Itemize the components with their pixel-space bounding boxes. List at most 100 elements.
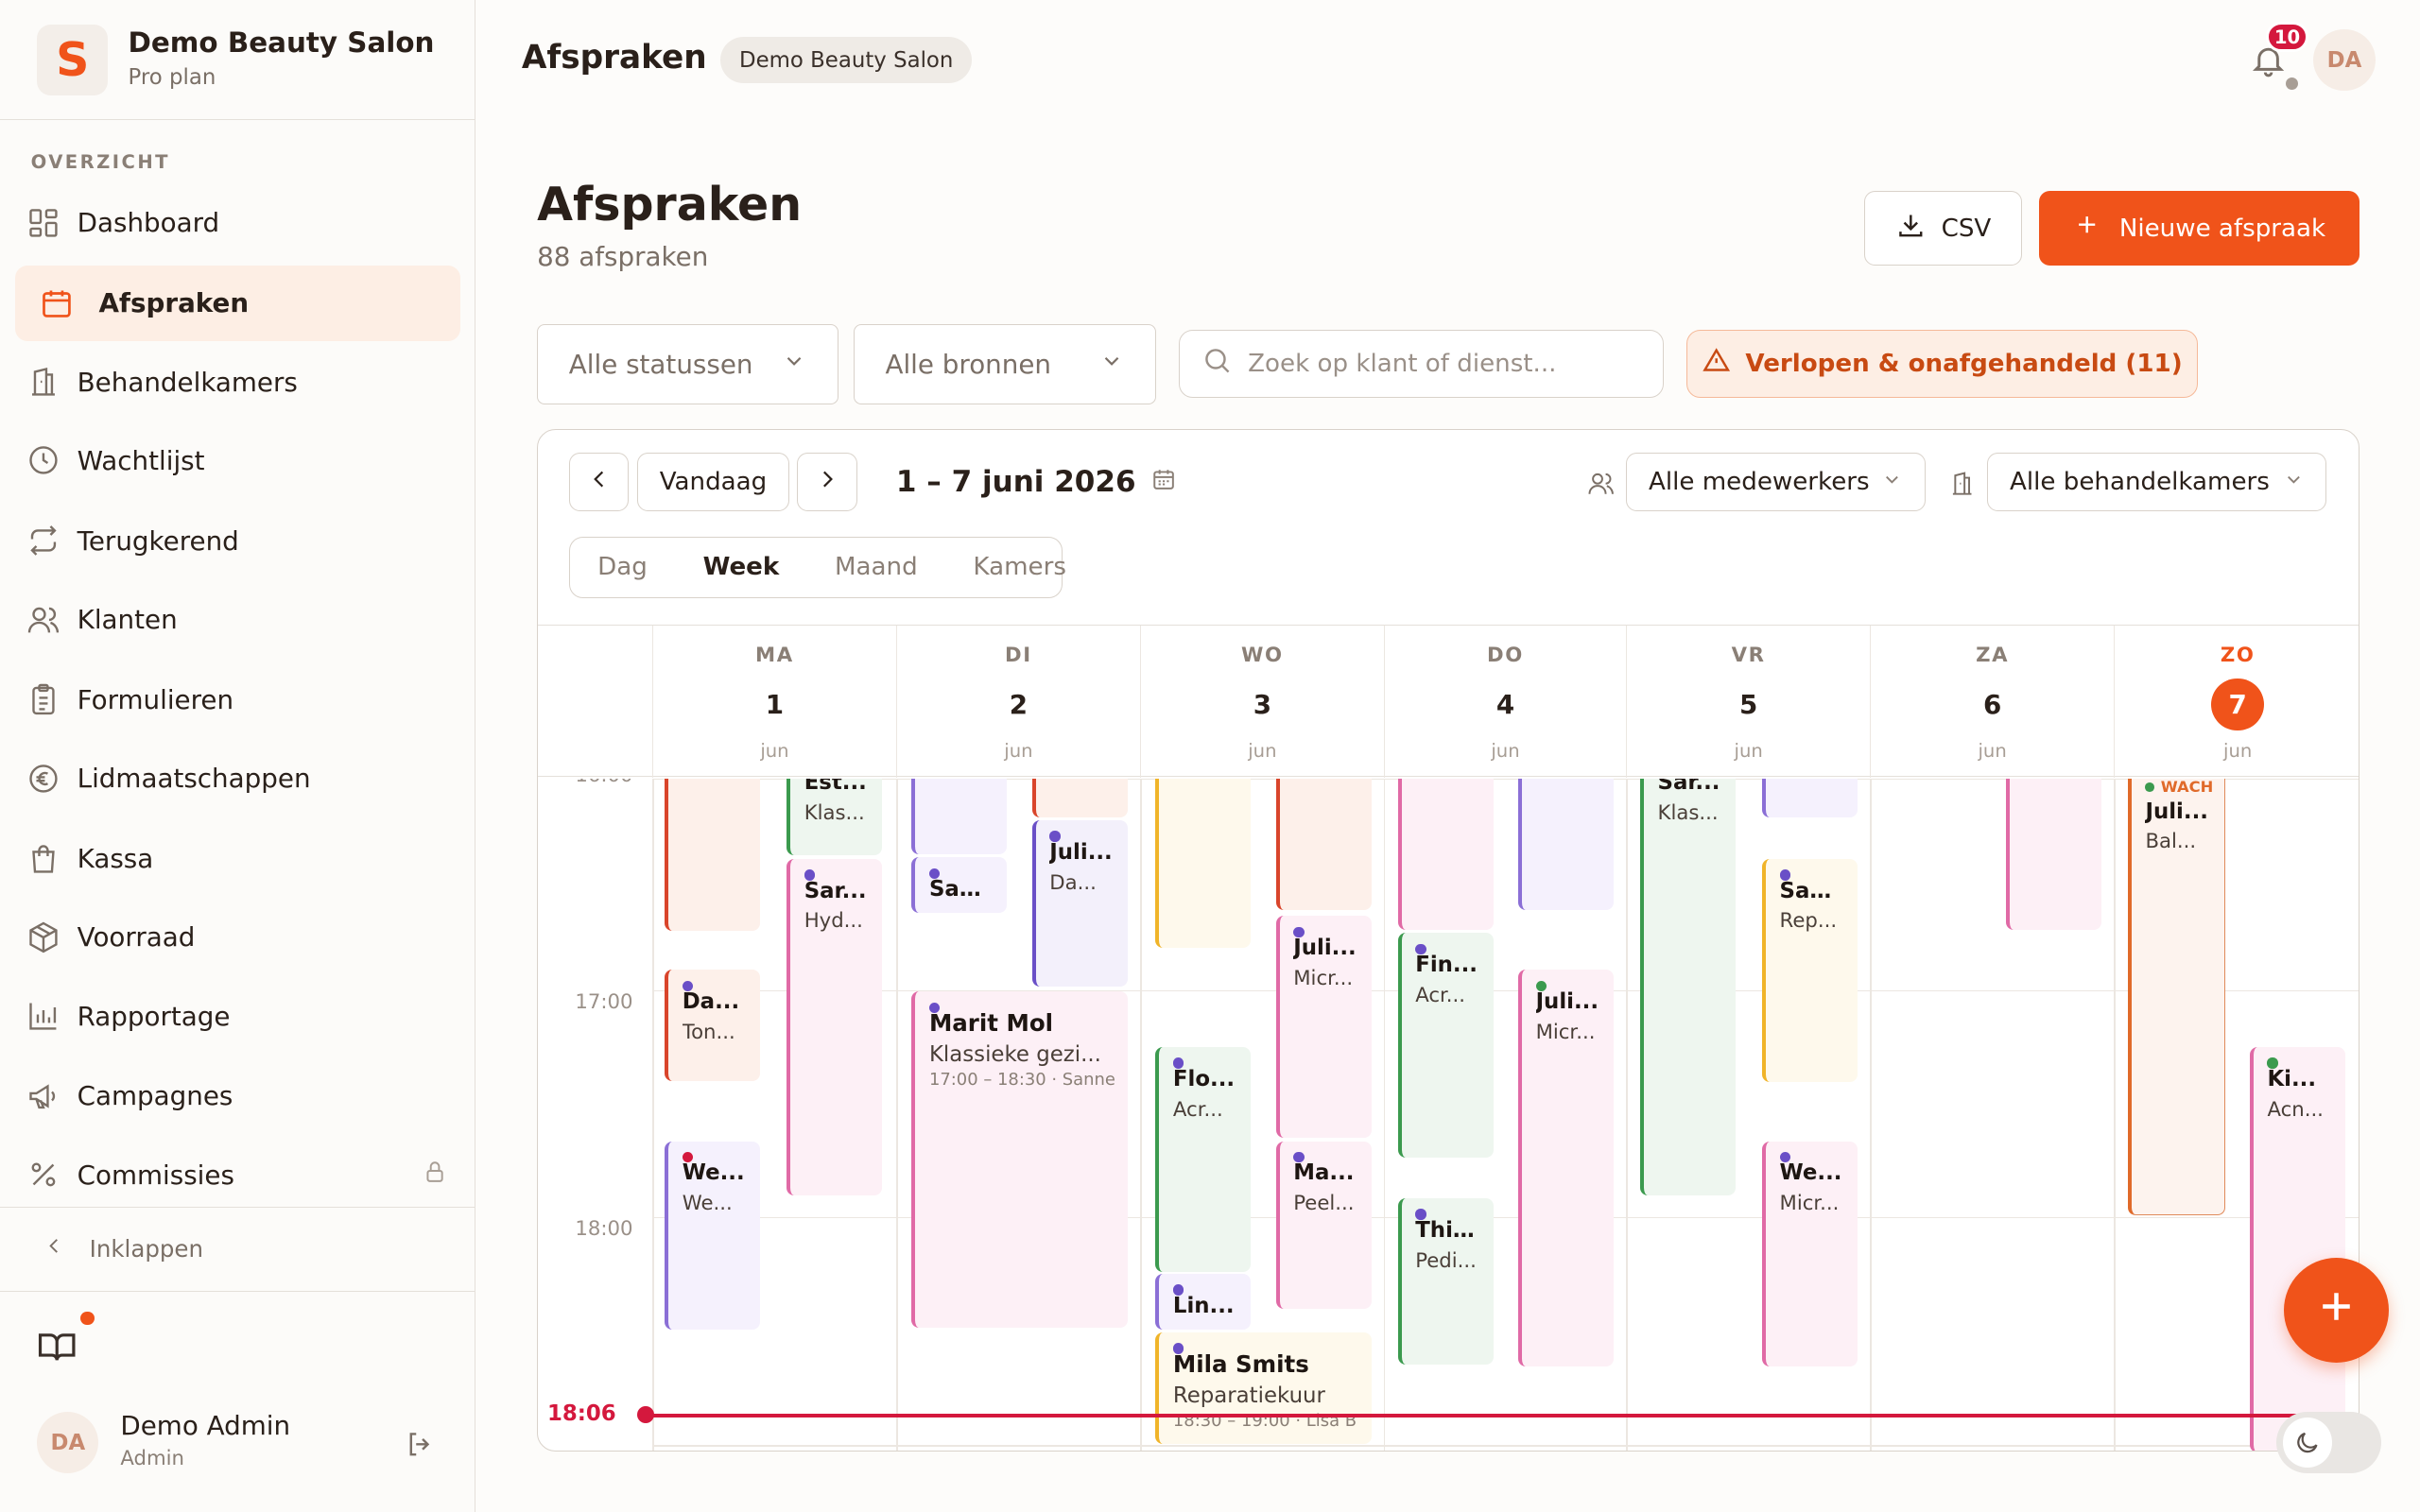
next-week-button[interactable] <box>797 453 858 512</box>
appointment-client: We... <box>1779 1160 1842 1186</box>
shopping-bag-icon <box>9 842 78 876</box>
sidebar-item-lidmaatschappen[interactable]: Lidmaatschappen <box>15 741 459 816</box>
appointment-block[interactable]: Flo... Acr... <box>1155 1046 1252 1273</box>
users-icon <box>1587 470 1615 504</box>
appointment-client: Lin... <box>1172 1293 1235 1318</box>
today-button[interactable]: Vandaag <box>636 453 790 512</box>
status-filter-value: Alle statussen <box>568 348 753 380</box>
day-number: 2 <box>1009 688 1028 720</box>
day-header-za[interactable]: ZA 6 jun <box>1870 625 2114 779</box>
week-header: MA 1 jun DI 2 jun WO 3 jun DO 4 jun VR 5 jun ZA 6 ju… <box>538 624 2360 779</box>
appointment-block[interactable]: Sar... Klas... <box>1639 778 1737 1195</box>
appointment-block[interactable]: Marit Mol Klassieke gezi... 17:00 – 18:3… <box>911 991 1128 1329</box>
sidebar-item-wachtlijst[interactable]: Wachtlijst <box>15 422 459 498</box>
appointment-block[interactable]: WACH Juli... Bal... <box>2127 778 2225 1215</box>
new-appointment-button[interactable]: Nieuwe afspraak <box>2038 191 2360 266</box>
appointment-block[interactable] <box>665 778 761 932</box>
appointment-block[interactable] <box>1397 778 1494 930</box>
view-tab-dag[interactable]: Dag <box>570 553 675 581</box>
notification-badge: 10 <box>2265 21 2309 53</box>
export-csv-button[interactable]: CSV <box>1864 191 2022 266</box>
sidebar-item-commissies[interactable]: Commissies <box>15 1137 459 1212</box>
appointment-block[interactable]: Ma... Peel... <box>1275 1141 1372 1310</box>
appointment-block[interactable] <box>1031 778 1128 817</box>
appointment-block[interactable]: Fin... Acr... <box>1397 933 1494 1159</box>
view-tab-week[interactable]: Week <box>675 553 806 581</box>
appointment-block[interactable]: Juli... Da... <box>1031 819 1128 988</box>
room-select[interactable]: Alle behandelkamers <box>1987 453 2327 512</box>
collapse-sidebar-button[interactable]: Inklappen <box>0 1206 475 1292</box>
search-input[interactable]: Zoek op klant of dienst... <box>1179 330 1664 399</box>
appointment-client: Thij... <box>1415 1217 1480 1243</box>
avatar[interactable]: DA <box>37 1411 99 1474</box>
time-label: 17:00 <box>575 989 633 1014</box>
staff-select[interactable]: Alle medewerkers <box>1626 453 1926 512</box>
view-tab-kamers[interactable]: Kamers <box>945 553 1094 581</box>
sidebar-item-terugkerend[interactable]: Terugkerend <box>15 503 459 578</box>
appointment-block[interactable]: Thij... Pedi... <box>1397 1197 1494 1366</box>
appointment-block[interactable] <box>2005 778 2102 930</box>
status-filter-select[interactable]: Alle statussen <box>537 323 838 404</box>
user-name: Demo Admin <box>120 1410 291 1442</box>
appointment-block[interactable]: Sas... Rep... <box>1761 858 1858 1083</box>
appointment-block[interactable]: We... We... <box>665 1141 761 1330</box>
sidebar-item-campagnes[interactable]: Campagnes <box>15 1058 459 1134</box>
date-range[interactable]: 1 – 7 juni 2026 <box>896 465 1176 499</box>
day-header-wo[interactable]: WO 3 jun <box>1139 625 1384 779</box>
week-grid[interactable]: 16:00 17:00 18:00 Est... Klas... Sar... … <box>538 778 2360 1452</box>
appointment-block[interactable] <box>911 778 1008 854</box>
appointment-block[interactable] <box>1275 778 1372 910</box>
sidebar-item-dashboard[interactable]: Dashboard <box>15 185 459 261</box>
appointment-block[interactable]: San... <box>911 857 1008 913</box>
avatar[interactable]: DA <box>2313 29 2376 92</box>
day-header-di[interactable]: DI 2 jun <box>895 625 1140 779</box>
day-header-ma[interactable]: MA 1 jun <box>651 625 896 779</box>
appointment-block[interactable]: Ki... Acn... <box>2249 1046 2345 1452</box>
sidebar-item-afspraken[interactable]: Afspraken <box>15 265 460 341</box>
appointment-block[interactable]: Juli... Micr... <box>1517 970 1615 1366</box>
appointment-client: Juli... <box>1535 989 1599 1015</box>
appointment-service: Acr... <box>1172 1097 1223 1122</box>
sidebar-item-voorraad[interactable]: Voorraad <box>15 900 459 975</box>
dark-mode-toggle[interactable] <box>2276 1411 2382 1474</box>
appointment-block[interactable]: Lin... <box>1155 1273 1252 1330</box>
plus-icon <box>2073 211 2100 245</box>
appointment-block[interactable]: Da... Ton... <box>665 970 761 1081</box>
appointment-block[interactable]: We... Micr... <box>1761 1141 1858 1366</box>
sidebar-item-behandelkamers[interactable]: Behandelkamers <box>15 344 459 420</box>
appointment-block[interactable] <box>1517 778 1615 910</box>
day-header-do[interactable]: DO 4 jun <box>1383 625 1626 779</box>
sidebar-item-rapportage[interactable]: Rapportage <box>15 978 459 1054</box>
sidebar-item-formulieren[interactable]: Formulieren <box>15 662 459 737</box>
appointment-block[interactable]: Est... Klas... <box>786 778 883 856</box>
prev-week-button[interactable] <box>568 453 630 512</box>
sidebar-item-klanten[interactable]: Klanten <box>15 582 459 658</box>
view-tab-maand[interactable]: Maand <box>807 553 945 581</box>
appointment-block[interactable] <box>1155 778 1252 949</box>
day-header-zo[interactable]: ZO 7 jun <box>2114 625 2359 779</box>
appointment-block[interactable]: Juli... Micr... <box>1275 916 1372 1139</box>
date-range-label: 1 – 7 juni 2026 <box>895 465 1136 500</box>
user-role: Admin <box>120 1447 184 1471</box>
clock-icon <box>9 443 78 477</box>
appointment-block[interactable]: Mila Smits Reparatiekuur 18:30 – 19:00 ·… <box>1155 1332 1372 1444</box>
day-header-vr[interactable]: VR 5 jun <box>1626 625 1870 779</box>
appointment-service: Acr... <box>1415 983 1466 1007</box>
logout-icon[interactable] <box>405 1429 436 1467</box>
topbar: Afspraken Demo Beauty Salon 10 DA <box>475 0 2420 120</box>
book-icon[interactable] <box>37 1327 77 1373</box>
sidebar-item-label: Afspraken <box>98 287 250 319</box>
day-month: jun <box>1491 739 1520 762</box>
appointment-service: Peel... <box>1293 1192 1355 1216</box>
overdue-filter-button[interactable]: Verlopen & onafgehandeld (11) <box>1686 330 2198 399</box>
sidebar-item-label: Klanten <box>77 603 178 635</box>
appointment-block[interactable] <box>1761 778 1858 817</box>
source-filter-select[interactable]: Alle bronnen <box>853 323 1156 404</box>
day-name: WO <box>1240 644 1284 668</box>
lock-icon <box>423 1160 447 1191</box>
appointment-client: Flo... <box>1172 1066 1236 1091</box>
sidebar-item-kassa[interactable]: Kassa <box>15 821 459 897</box>
add-appointment-fab[interactable] <box>2284 1257 2390 1363</box>
appointment-block[interactable]: Sar... Hyd... <box>786 858 883 1195</box>
chevron-down-icon <box>782 349 806 380</box>
